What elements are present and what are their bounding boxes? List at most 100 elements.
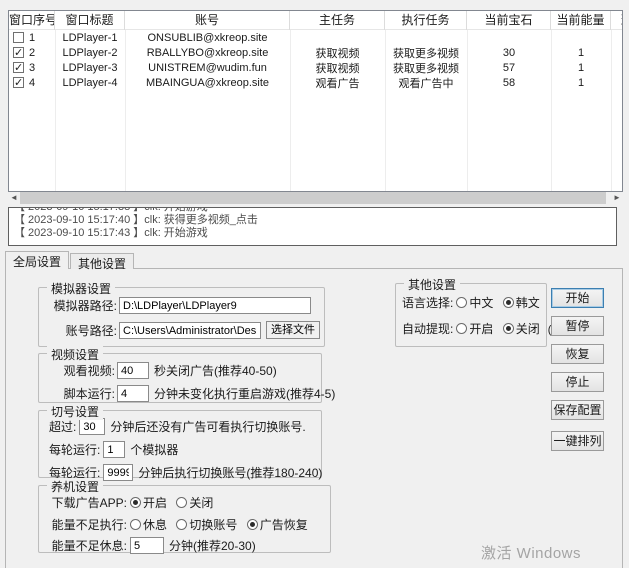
cell-window-index: 4 <box>9 77 55 89</box>
action-button[interactable]: 恢复 <box>551 344 604 364</box>
log-line-partial: 【 2023-09-10 15:17:38 】clk: 开始游戏 <box>14 207 616 214</box>
emulator-path-input[interactable] <box>119 297 311 314</box>
watch-video-input[interactable] <box>117 362 149 379</box>
cell-window-title: LDPlayer-2 <box>55 47 125 59</box>
round-minutes-input[interactable] <box>103 464 133 481</box>
radio-label: 关闭 <box>189 494 213 511</box>
energy-exec-radios: 休息 切换账号 广告恢复 <box>130 516 314 533</box>
group-switch-settings: 切号设置 超过: 分钟后还没有广告可看执行切换账号. 每轮运行: 个模拟器 每轮… <box>38 410 322 478</box>
row-checkbox[interactable] <box>13 62 24 73</box>
radio-label: 切换账号 <box>189 516 237 533</box>
cell-main-task: 观看广告 <box>290 75 385 91</box>
auto-withdraw-label: 自动提现: <box>402 320 453 337</box>
table-header: 窗口序号 窗口标题 账号 主任务 执行任务 当前宝石 当前能量 当 <box>9 11 622 30</box>
round2-suffix: 分钟后执行切换账号(推荐180-240) <box>138 464 322 481</box>
energy-exec-label: 能量不足执行: <box>47 516 127 533</box>
group-title: 模拟器设置 <box>47 280 115 297</box>
cell-window-title: LDPlayer-3 <box>55 62 125 74</box>
group-title: 切号设置 <box>47 403 103 420</box>
language-radios: 中文 韩文 <box>456 294 545 311</box>
action-button[interactable]: 保存配置 <box>551 400 604 420</box>
radio-label: 关闭 <box>516 320 540 337</box>
radio-option[interactable]: 开启 <box>456 320 493 337</box>
radio-option[interactable]: 中文 <box>456 294 493 311</box>
account-path-label: 账号路径: <box>47 322 117 339</box>
over-minutes-input[interactable] <box>79 418 105 435</box>
cell-energy: 1 <box>551 62 611 74</box>
radio-option[interactable]: 关闭 <box>176 494 213 511</box>
download-app-label: 下载广告APP: <box>47 494 127 511</box>
radio-option[interactable]: 开启 <box>130 494 167 511</box>
auto-withdraw-radios: 开启 关闭 <box>456 320 545 337</box>
table-row[interactable]: 2 LDPlayer-2 RBALLYBO@xkreop.site 获取视频 获… <box>9 45 622 60</box>
radio-button-icon[interactable] <box>456 297 467 308</box>
horizontal-scrollbar: ◄ ► <box>8 192 623 204</box>
group-emulator-settings: 模拟器设置 模拟器路径: 账号路径: 选择文件 <box>38 287 325 347</box>
column-header[interactable]: 当前能量 <box>551 11 611 30</box>
radio-button-icon[interactable] <box>503 297 514 308</box>
radio-button-icon[interactable] <box>247 519 258 530</box>
row-number: 3 <box>29 62 35 74</box>
radio-button-icon[interactable] <box>456 323 467 334</box>
radio-button-icon[interactable] <box>130 497 141 508</box>
column-header[interactable]: 执行任务 <box>385 11 467 30</box>
table-row[interactable]: 1 LDPlayer-1 ONSUBLIB@xkreop.site <box>9 30 622 45</box>
script-run-suffix: 分钟未变化执行重启游戏(推荐4-5) <box>154 385 335 402</box>
column-header[interactable]: 账号 <box>125 11 290 30</box>
radio-option[interactable]: 切换账号 <box>176 516 237 533</box>
cell-account: ONSUBLIB@xkreop.site <box>125 32 290 44</box>
radio-button-icon[interactable] <box>176 519 187 530</box>
settings-tab[interactable]: 其他设置 <box>70 253 134 269</box>
table-row[interactable]: 3 LDPlayer-3 UNISTREM@wudim.fun 获取视频 获取更… <box>9 60 622 75</box>
radio-button-icon[interactable] <box>176 497 187 508</box>
scrollbar-thumb[interactable] <box>20 192 606 204</box>
group-title: 养机设置 <box>47 478 103 495</box>
radio-label: 开启 <box>143 494 167 511</box>
cell-exec-task: 获取更多视频 <box>385 45 467 61</box>
group-maintain-settings: 养机设置 下载广告APP: 开启 关闭 能量不足执行: 休息 切换账号 广告恢复… <box>38 485 331 553</box>
round-suffix: 个模拟器 <box>130 441 178 458</box>
energy-rest-input[interactable] <box>130 537 164 554</box>
download-app-radios: 开启 关闭 <box>130 494 219 511</box>
radio-option[interactable]: 韩文 <box>503 294 540 311</box>
table-row[interactable]: 4 LDPlayer-4 MBAINGUA@xkreop.site 观看广告 观… <box>9 75 622 90</box>
choose-file-button[interactable]: 选择文件 <box>266 321 320 339</box>
script-run-input[interactable] <box>117 385 149 402</box>
scroll-left-arrow-icon[interactable]: ◄ <box>8 192 20 204</box>
group-title: 视频设置 <box>47 346 103 363</box>
radio-option[interactable]: 休息 <box>130 516 167 533</box>
action-button[interactable]: 一键排列 <box>551 431 604 451</box>
row-checkbox[interactable] <box>13 47 24 58</box>
column-header[interactable]: 窗口标题 <box>55 11 125 30</box>
column-header[interactable]: 窗口序号 <box>9 11 55 30</box>
radio-button-icon[interactable] <box>503 323 514 334</box>
radio-label: 休息 <box>143 516 167 533</box>
account-path-input[interactable] <box>119 322 261 339</box>
over-suffix: 分钟后还没有广告可看执行切换账号. <box>110 418 305 435</box>
radio-label: 中文 <box>469 294 493 311</box>
column-header[interactable]: 当 <box>611 11 623 30</box>
log-panel: 【 2023-09-10 15:17:38 】clk: 开始游戏 【 2023-… <box>8 207 617 246</box>
cell-energy: 1 <box>551 47 611 59</box>
action-button[interactable]: 停止 <box>551 372 604 392</box>
energy-rest-label: 能量不足休息: <box>47 537 127 554</box>
action-button[interactable]: 暂停 <box>551 316 604 336</box>
column-header[interactable]: 主任务 <box>290 11 385 30</box>
cell-gems: 58 <box>467 77 551 89</box>
cell-main-task: 获取视频 <box>290 45 385 61</box>
settings-tab[interactable]: 全局设置 <box>5 251 69 269</box>
radio-option[interactable]: 广告恢复 <box>247 516 308 533</box>
over-label: 超过: <box>49 418 76 435</box>
radio-option[interactable]: 关闭 <box>503 320 540 337</box>
row-number: 2 <box>29 47 35 59</box>
scroll-right-arrow-icon[interactable]: ► <box>611 192 623 204</box>
action-button[interactable]: 开始 <box>551 288 604 308</box>
round-count-input[interactable] <box>103 441 125 458</box>
row-checkbox[interactable] <box>13 32 24 43</box>
row-checkbox[interactable] <box>13 77 24 88</box>
watch-video-label: 观看视频: <box>47 362 115 379</box>
column-header[interactable]: 当前宝石 <box>467 11 551 30</box>
radio-button-icon[interactable] <box>130 519 141 530</box>
cell-exec-task: 观看广告中 <box>385 75 467 91</box>
row-number: 1 <box>29 32 35 44</box>
